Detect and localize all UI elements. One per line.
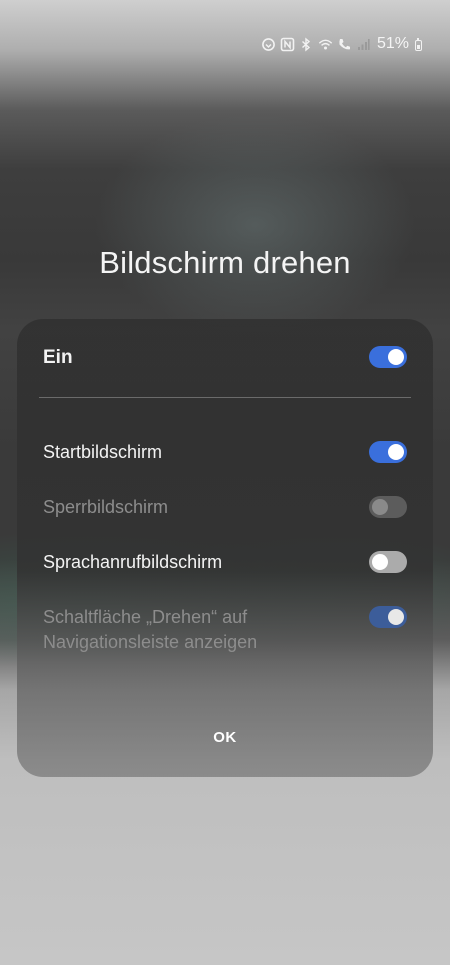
option-label-lock-screen: Sperrbildschirm [43, 497, 169, 517]
option-label-home-screen: Startbildschirm [43, 442, 163, 462]
toggle-knob [388, 349, 404, 365]
option-row-home-screen[interactable]: Startbildschirm [43, 440, 407, 465]
battery-percentage: 51% [376, 35, 409, 52]
nfc-icon [280, 37, 295, 52]
option-label-rotate-button-navbar: Schaltfläche „Drehen“ auf Navigationslei… [43, 607, 258, 652]
option-row-lock-screen: Sperrbildschirm [43, 495, 407, 520]
toggle-knob [388, 609, 404, 625]
bluetooth-icon [299, 37, 314, 52]
page-title: Bildschirm drehen [99, 245, 351, 280]
voice-call-screen-toggle[interactable] [369, 551, 407, 573]
option-row-rotate-button-navbar: Schaltfläche „Drehen“ auf Navigationslei… [43, 605, 407, 655]
rotate-button-navbar-toggle [369, 606, 407, 628]
volte-call-icon [337, 37, 352, 52]
toggle-knob [372, 554, 388, 570]
signal-icon [356, 37, 371, 52]
divider [39, 397, 411, 398]
toggle-knob [388, 444, 404, 460]
option-row-voice-call-screen[interactable]: Sprachanrufbildschirm [43, 550, 407, 575]
master-toggle-label: Ein [43, 347, 73, 368]
toggle-knob [372, 499, 388, 515]
ok-button[interactable]: OK [17, 729, 433, 746]
data-saver-icon [261, 37, 276, 52]
lock-screen-toggle [369, 496, 407, 518]
master-toggle[interactable] [369, 346, 407, 368]
home-screen-toggle[interactable] [369, 441, 407, 463]
rotate-screen-dialog: Ein Startbildschirm Sperrbildschirm Spra… [17, 319, 433, 777]
status-bar: 51% [261, 30, 422, 58]
wifi-calling-icon [318, 37, 333, 52]
battery-icon [415, 38, 422, 51]
master-toggle-row[interactable]: Ein [43, 345, 407, 370]
option-label-voice-call-screen: Sprachanrufbildschirm [43, 552, 223, 572]
